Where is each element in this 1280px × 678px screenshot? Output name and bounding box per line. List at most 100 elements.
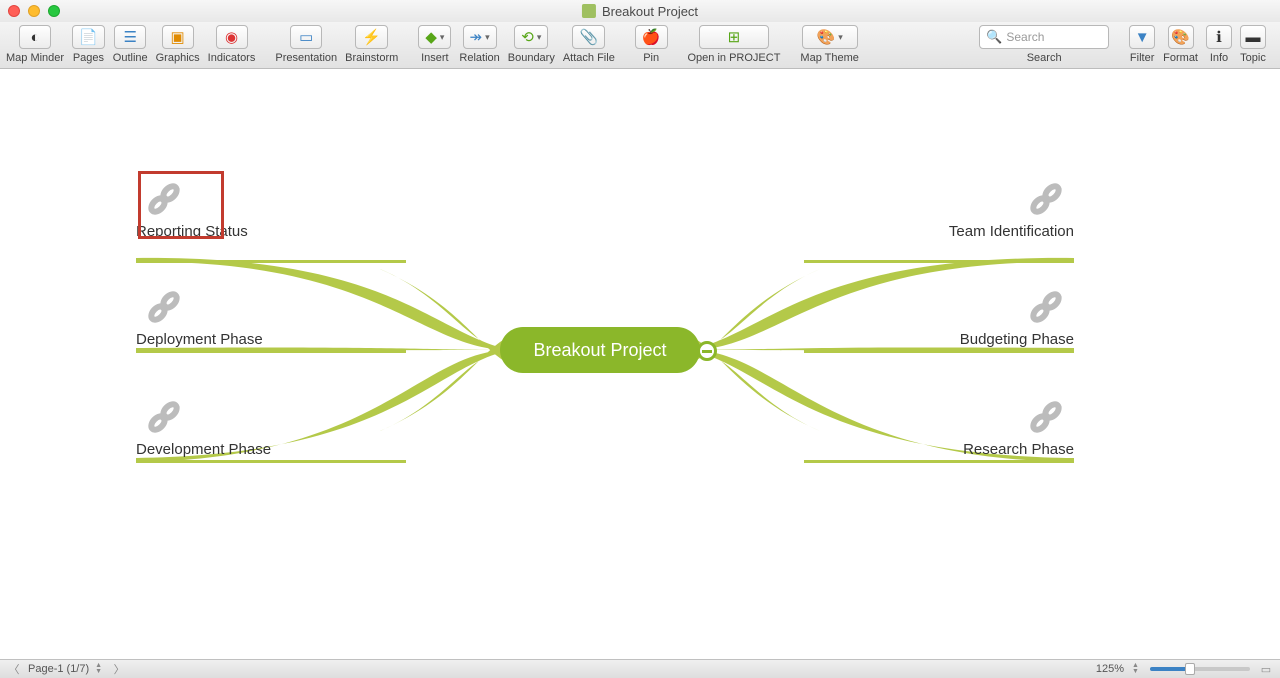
page-indicator: Page-1 (1/7) [28,663,89,675]
toolbar-group-insert: ◆▾ Insert [418,25,451,64]
canvas[interactable]: Breakout Project Reporting Status Deploy… [0,69,1280,659]
toolbar-label: Topic [1240,52,1266,64]
toolbar-label: Insert [421,52,449,64]
toolbar-label: Attach File [563,52,615,64]
hyperlink-icon [144,397,184,437]
zoom-stepper[interactable]: ▲▼ [1132,663,1142,675]
toolbar-group-format: 🎨 Format [1163,25,1198,64]
minimize-icon[interactable] [28,5,40,17]
page-icon: 📄 [79,30,98,45]
toolbar-group-brainstorm: ⚡ Brainstorm [345,25,398,64]
search-input[interactable]: 🔍 Search [979,25,1109,49]
pin-icon: 🍎 [642,30,661,45]
branch-underline [136,260,406,263]
hyperlink-icon [144,287,184,327]
presentation-button[interactable]: ▭ [290,25,322,49]
toolbar-group-filter: ▼ Filter [1129,25,1155,64]
page-stepper[interactable]: ▲▼ [95,663,105,675]
open-in-project-button[interactable]: ⊞ [699,25,769,49]
topic-node[interactable]: Development Phase [136,397,396,458]
next-page-button[interactable]: 〉 [111,662,127,676]
branch-underline [804,460,1074,463]
toolbar-group-presentation: ▭ Presentation [275,25,337,64]
topic-node[interactable]: Budgeting Phase [814,287,1074,348]
topic-button[interactable]: ▬ [1240,25,1266,49]
topic-label: Development Phase [136,441,396,458]
toolbar-label: Indicators [208,52,256,64]
collapse-toggle[interactable] [697,341,717,361]
toolbar-group-search: 🔍 Search Search [979,25,1109,64]
prev-page-button[interactable]: 〈 [6,662,22,676]
toolbar-label: Boundary [508,52,555,64]
window-titlebar: Breakout Project [0,0,1280,22]
format-button[interactable]: 🎨 [1168,25,1194,49]
toolbar-group-map-minder: ◐ Map Minder [6,25,64,64]
chevron-down-icon: ▾ [537,32,542,43]
toolbar-group-map-theme: 🎨▾ Map Theme [800,25,859,64]
central-topic[interactable]: Breakout Project [500,327,700,373]
info-icon: ℹ [1216,30,1222,45]
window-controls [8,5,60,17]
map-theme-button[interactable]: 🎨▾ [802,25,858,49]
pages-button[interactable]: 📄 [72,25,105,49]
chevron-down-icon: ▾ [485,32,490,43]
info-button[interactable]: ℹ [1206,25,1232,49]
pin-button[interactable]: 🍎 [635,25,668,49]
toolbar-label: Map Minder [6,52,64,64]
toolbar-group-boundary: ⟲▾ Boundary [508,25,555,64]
toolbar-group-pages: 📄 Pages [72,25,105,64]
toolbar-group-attach-file: 📎 Attach File [563,25,615,64]
paperclip-icon: 📎 [579,30,598,45]
slider-thumb[interactable] [1185,663,1195,675]
topic-label: Deployment Phase [136,331,396,348]
map-minder-button[interactable]: ◐ [19,25,51,49]
toolbar-label: Search [1027,52,1062,64]
image-icon: ▣ [171,30,185,45]
maximize-icon[interactable] [48,5,60,17]
toolbar-label: Format [1163,52,1198,64]
toolbar-group-indicators: ◉ Indicators [208,25,256,64]
toolbar-label: Pages [73,52,104,64]
toolbar-group-relation: ↠▾ Relation [459,25,499,64]
branch-underline [804,350,1074,353]
indicator-icon: ◉ [225,30,238,45]
toolbar-group-topic: ▬ Topic [1240,25,1266,64]
brainstorm-button[interactable]: ⚡ [355,25,388,49]
outline-button[interactable]: ☰ [114,25,146,49]
filter-button[interactable]: ▼ [1129,25,1155,49]
branch-underline [136,350,406,353]
indicators-button[interactable]: ◉ [216,25,248,49]
relation-button[interactable]: ↠▾ [463,25,497,49]
toolbar-label: Brainstorm [345,52,398,64]
attach-file-button[interactable]: 📎 [572,25,605,49]
graphics-button[interactable]: ▣ [162,25,194,49]
palette-icon: 🎨 [1171,30,1190,45]
topic-label: Budgeting Phase [814,331,1074,348]
status-bar: 〈 Page-1 (1/7) ▲▼ 〉 125% ▲▼ ▭ [0,659,1280,678]
branch-underline [804,260,1074,263]
hyperlink-icon [1026,179,1066,219]
topic-node[interactable]: Team Identification [814,179,1074,240]
fit-page-button[interactable]: ▭ [1258,662,1274,676]
document-icon [582,4,596,18]
toolbar-group-outline: ☰ Outline [113,25,148,64]
chevron-down-icon: ▾ [440,32,445,43]
funnel-icon: ▼ [1135,30,1150,45]
arrow-icon: ↠ [470,30,483,45]
boundary-button[interactable]: ⟲▾ [514,25,548,49]
zoom-slider[interactable] [1150,667,1250,671]
project-icon: ⊞ [728,30,741,45]
toolbar: ◐ Map Minder 📄 Pages ☰ Outline ▣ Graphic… [0,22,1280,69]
topic-node[interactable]: Reporting Status [136,179,396,240]
topic-node[interactable]: Deployment Phase [136,287,396,348]
screen-icon: ▭ [299,30,313,45]
mindmap: Breakout Project Reporting Status Deploy… [0,69,1280,659]
topic-node[interactable]: Research Phase [814,397,1074,458]
hyperlink-icon [1026,287,1066,327]
window-title: Breakout Project [582,4,698,19]
close-icon[interactable] [8,5,20,17]
toolbar-label: Open in PROJECT [688,52,781,64]
insert-button[interactable]: ◆▾ [418,25,451,49]
search-icon: 🔍 [986,29,1002,45]
hyperlink-icon [144,179,184,219]
